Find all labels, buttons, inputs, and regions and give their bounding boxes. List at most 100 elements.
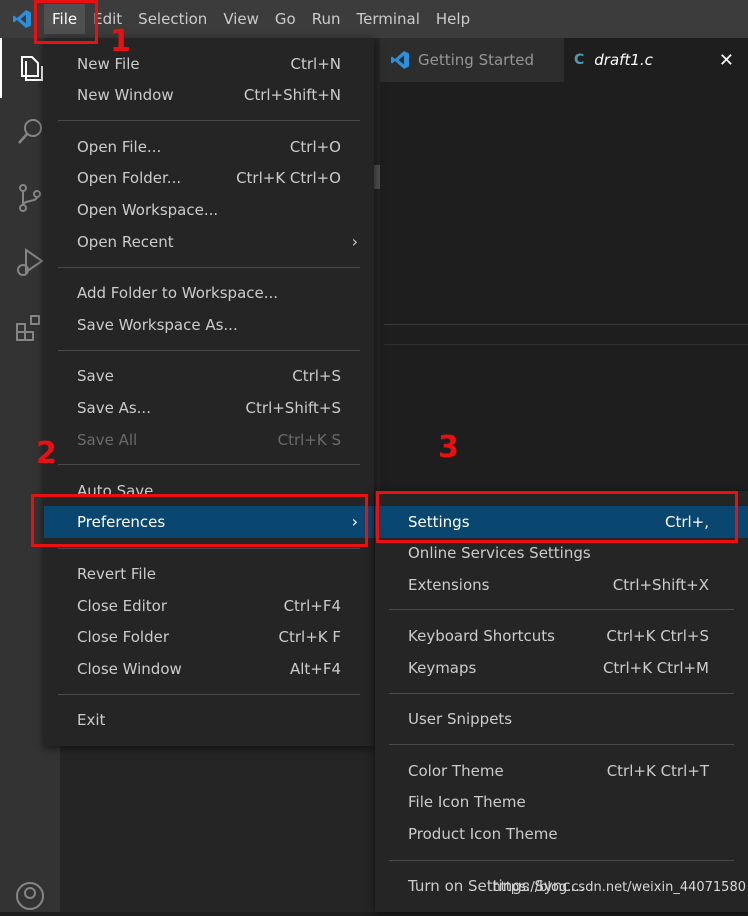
menu-item-close-window[interactable]: Close Window Alt+F4 [44, 653, 374, 685]
menu-item-extensions[interactable]: Extensions Ctrl+Shift+X [375, 569, 748, 601]
menu-item-shortcut: Ctrl+F4 [283, 597, 341, 615]
close-icon[interactable]: ✕ [719, 50, 738, 71]
tab-getting-started[interactable]: Getting Started [380, 38, 564, 82]
menu-item-new-file[interactable]: New File Ctrl+N [44, 48, 374, 80]
c-file-icon: C [574, 52, 585, 68]
chevron-right-icon: › [351, 232, 358, 251]
menu-item-keyboard-shortcuts[interactable]: Keyboard Shortcuts Ctrl+K Ctrl+S [375, 620, 748, 652]
step-number-3: 3 [438, 430, 459, 465]
menu-item-label: Close Folder [77, 628, 169, 646]
source-control-icon[interactable] [14, 182, 46, 214]
tab-label: Getting Started [418, 51, 534, 69]
editor-divider [384, 324, 748, 325]
menu-item-label: Add Folder to Workspace... [77, 284, 279, 302]
menu-item-shortcut: Alt+F4 [289, 660, 341, 678]
menu-separator [58, 267, 360, 268]
editor-divider [384, 344, 748, 345]
step-number-1: 1 [110, 24, 131, 59]
menu-item-color-theme[interactable]: Color Theme Ctrl+K Ctrl+T [375, 755, 748, 787]
active-indicator [0, 38, 2, 98]
menu-item-exit[interactable]: Exit [44, 704, 374, 736]
menu-separator [389, 860, 734, 861]
menu-go[interactable]: Go [267, 4, 304, 34]
menu-view[interactable]: View [215, 4, 267, 34]
tab-label: draft1.c [594, 51, 653, 69]
menu-item-label: Extensions [408, 576, 490, 594]
menu-item-shortcut: Ctrl+K Ctrl+O [236, 169, 341, 187]
menu-item-label: User Snippets [408, 710, 513, 728]
menu-separator [389, 744, 734, 745]
menu-item-revert-file[interactable]: Revert File [44, 558, 374, 590]
watermark: https://blog.csdn.net/weixin_44071580 [492, 880, 746, 895]
menu-item-label: Product Icon Theme [408, 825, 558, 843]
menu-run[interactable]: Run [304, 4, 349, 34]
menu-item-user-snippets[interactable]: User Snippets [375, 703, 748, 735]
menu-item-shortcut: Ctrl+S [292, 367, 341, 385]
menu-separator [389, 609, 734, 610]
menu-item-shortcut: Ctrl+K Ctrl+T [606, 762, 709, 780]
menu-item-keymaps[interactable]: Keymaps Ctrl+K Ctrl+M [375, 652, 748, 684]
menu-item-shortcut: Ctrl+K Ctrl+S [606, 627, 709, 645]
menu-item-label: File Icon Theme [408, 793, 526, 811]
menu-item-label: Save Workspace As... [77, 316, 238, 334]
menu-item-file-icon-theme[interactable]: File Icon Theme [375, 786, 748, 818]
menu-item-shortcut: Ctrl+K Ctrl+M [602, 659, 709, 677]
account-icon[interactable] [14, 880, 46, 912]
menu-item-shortcut: Ctrl+K S [277, 431, 341, 449]
menu-item-shortcut: Ctrl+N [290, 55, 341, 73]
menu-item-shortcut: Ctrl+Shift+N [243, 86, 341, 104]
menu-help[interactable]: Help [428, 4, 478, 34]
menu-terminal[interactable]: Terminal [349, 4, 428, 34]
menu-separator [58, 350, 360, 351]
menu-item-save[interactable]: Save Ctrl+S [44, 360, 374, 392]
menu-item-label: Save [77, 367, 114, 385]
menu-separator [58, 464, 360, 465]
extensions-icon[interactable] [14, 312, 46, 344]
menu-item-label: Save As... [77, 399, 151, 417]
menu-item-label: Open Recent [77, 233, 174, 251]
menu-item-save-as[interactable]: Save As... Ctrl+Shift+S [44, 392, 374, 424]
menu-item-label: Color Theme [408, 762, 504, 780]
step-number-2: 2 [36, 436, 57, 471]
menu-item-shortcut: Ctrl+Shift+X [612, 576, 709, 594]
menu-item-close-editor[interactable]: Close Editor Ctrl+F4 [44, 590, 374, 622]
menu-item-shortcut: Ctrl+K F [278, 628, 342, 646]
menu-item-shortcut: Ctrl+O [289, 138, 341, 156]
search-icon[interactable] [14, 116, 46, 148]
menu-item-label: Keymaps [408, 659, 477, 677]
file-menu: New File Ctrl+N New Window Ctrl+Shift+N Op… [44, 38, 374, 746]
menu-item-open-workspace[interactable]: Open Workspace... [44, 194, 374, 226]
menu-item-product-icon-theme[interactable]: Product Icon Theme [375, 818, 748, 850]
menu-item-shortcut: Ctrl+Shift+S [245, 399, 341, 417]
menu-item-label: Keyboard Shortcuts [408, 627, 555, 645]
menu-item-label: Open Folder... [77, 169, 182, 187]
highlight-preferences [31, 494, 368, 547]
menu-item-add-folder[interactable]: Add Folder to Workspace... [44, 277, 374, 309]
menu-item-save-all: Save All Ctrl+K S [44, 424, 374, 456]
menu-separator [389, 693, 734, 694]
menu-separator [58, 694, 360, 695]
run-debug-icon[interactable] [14, 246, 46, 278]
menu-item-close-folder[interactable]: Close Folder Ctrl+K F [44, 621, 374, 653]
menu-item-label: Save All [77, 431, 138, 449]
menu-selection[interactable]: Selection [130, 4, 215, 34]
menu-item-label: Revert File [77, 565, 156, 583]
preferences-submenu: Settings Ctrl+, Online Services Settings … [375, 491, 748, 912]
menu-item-new-window[interactable]: New Window Ctrl+Shift+N [44, 79, 374, 111]
menu-item-label: Exit [77, 711, 106, 729]
menu-item-open-file[interactable]: Open File... Ctrl+O [44, 131, 374, 163]
menu-separator [58, 120, 360, 121]
menu-separator [58, 548, 360, 549]
menu-item-open-folder[interactable]: Open Folder... Ctrl+K Ctrl+O [44, 162, 374, 194]
highlight-file-menu [34, 0, 98, 44]
tab-draft1[interactable]: C draft1.c ✕ [564, 38, 748, 82]
editor-tabs: Getting Started C draft1.c ✕ [380, 38, 748, 82]
menu-item-open-recent[interactable]: Open Recent › [44, 226, 374, 258]
menu-item-save-workspace-as[interactable]: Save Workspace As... [44, 309, 374, 341]
menu-item-label: Open Workspace... [77, 201, 219, 219]
menu-item-label: New Window [77, 86, 174, 104]
highlight-settings [376, 491, 738, 543]
menu-item-label: Open File... [77, 138, 162, 156]
explorer-icon[interactable] [14, 52, 46, 84]
vscode-logo-icon [390, 50, 410, 70]
